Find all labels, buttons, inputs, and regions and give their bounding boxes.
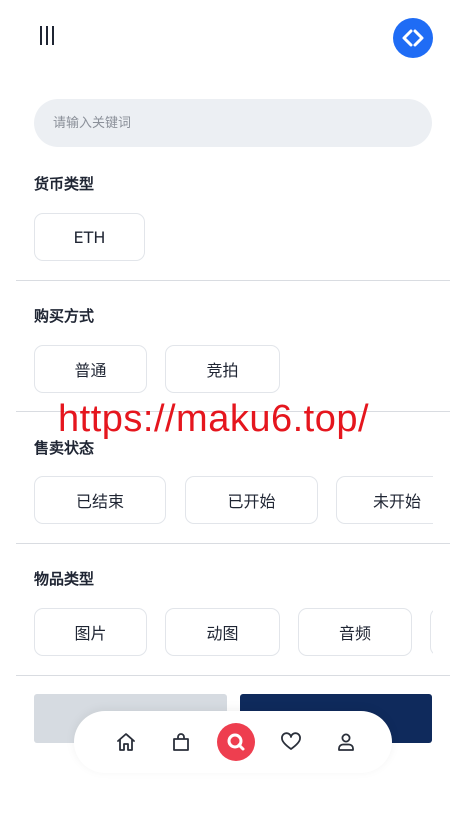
currency-type-options: ETH <box>34 213 433 263</box>
watermark-url: https://maku6.top/ <box>58 398 370 440</box>
divider <box>16 543 450 544</box>
bag-icon[interactable] <box>161 722 201 762</box>
search-icon[interactable] <box>216 723 255 761</box>
user-icon[interactable] <box>326 722 366 762</box>
menu-icon[interactable] <box>40 26 64 50</box>
option-normal[interactable]: 普通 <box>34 345 147 393</box>
code-arrows-glyph <box>402 29 424 47</box>
option-ended[interactable]: 已结束 <box>34 476 166 524</box>
option-animated[interactable]: 动图 <box>165 608 280 656</box>
option-eth[interactable]: ETH <box>34 213 145 261</box>
currency-type-title: 货币类型 <box>34 175 95 193</box>
option-image[interactable]: 图片 <box>34 608 147 656</box>
home-icon[interactable] <box>106 722 146 762</box>
bottom-tab-bar <box>74 711 392 773</box>
divider <box>16 675 450 676</box>
option-started[interactable]: 已开始 <box>185 476 318 524</box>
option-auction[interactable]: 竞拍 <box>165 345 280 393</box>
divider <box>16 280 450 281</box>
item-type-title: 物品类型 <box>34 570 95 588</box>
option-audio[interactable]: 音频 <box>298 608 412 656</box>
purchase-method-options: 普通 竞拍 <box>34 345 433 395</box>
purchase-method-title: 购买方式 <box>34 307 95 325</box>
search-input[interactable] <box>34 99 432 147</box>
sale-status-options: 已结束 已开始 未开始 <box>34 476 433 526</box>
code-arrows-icon[interactable] <box>393 18 433 58</box>
option-more[interactable] <box>430 608 433 656</box>
item-type-options: 图片 动图 音频 <box>34 608 433 658</box>
heart-icon[interactable] <box>271 722 311 762</box>
option-not-started[interactable]: 未开始 <box>336 476 433 524</box>
